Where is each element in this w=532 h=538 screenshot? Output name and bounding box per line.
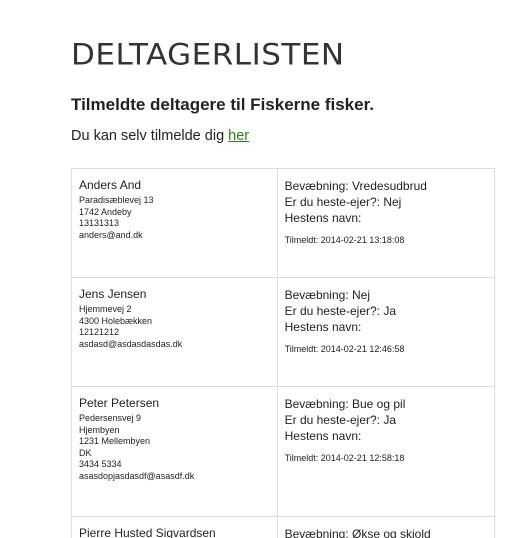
phone-line: 3434 5334 (79, 459, 122, 469)
participants-table: Anders And Paradisæblevej 13 1742 Andeby… (71, 168, 496, 538)
page-subtitle: Tilmeldte deltagere til Fiskerne fisker. (71, 95, 374, 114)
signup-link[interactable]: her (228, 128, 249, 144)
participant-info-cell: Bevæbning: Bue og pil Er du heste-ejer?:… (276, 386, 496, 517)
phone-line: 13131313 (79, 218, 120, 228)
horse-owner-line: Er du heste-ejer?: Ja (284, 304, 397, 318)
table-row: Peter Petersen Pedersensvej 9 Hjembyen 1… (71, 386, 496, 517)
signup-line: Du kan selv tilmelde dig her (71, 128, 249, 144)
signup-prefix: Du kan selv tilmelde dig (71, 128, 229, 144)
weapon-line: Bevæbning: Vredesudbrud (284, 179, 427, 193)
horse-name-line: Hestens navn: (284, 320, 362, 334)
email-line: asdasd@asdasdasdas.dk (79, 338, 183, 349)
participant-contact-cell: Pierre Husted Sigvardsen (71, 516, 278, 538)
address-line: Pedersensvej 9 (79, 413, 142, 423)
registered-timestamp: Tilmeldt: 2014-02-21 13:18:08 (284, 235, 405, 245)
horse-owner-line: Er du heste-ejer?: Ja (284, 413, 397, 427)
email-line: anders@and.dk (79, 229, 143, 240)
participant-name: Anders And (79, 178, 142, 192)
participant-contact-cell: Peter Petersen Pedersensvej 9 Hjembyen 1… (71, 386, 278, 517)
weapon-line: Bevæbning: Bue og pil (284, 397, 406, 411)
address-line: 4300 Holebækken (79, 315, 153, 326)
country-line: DK (79, 447, 92, 458)
page-title: DELTAGERLISTEN (71, 38, 345, 73)
horse-name-line: Hestens navn: (284, 211, 362, 225)
table-row: Pierre Husted Sigvardsen Bevæbning: Økse… (71, 516, 496, 538)
horse-name-line: Hestens navn: (284, 429, 362, 443)
table-row: Jens Jensen Hjemmevej 2 4300 Holebækken … (71, 277, 496, 387)
address-line: 1231 Mellembyen (79, 436, 151, 446)
participant-info-cell: Bevæbning: Nej Er du heste-ejer?: Ja Hes… (276, 277, 496, 387)
table-row: Anders And Paradisæblevej 13 1742 Andeby… (71, 168, 496, 278)
participant-info-cell: Bevæbning: Økse og skjold (276, 516, 496, 538)
weapon-line: Bevæbning: Økse og skjold (284, 527, 431, 538)
participant-contact-cell: Jens Jensen Hjemmevej 2 4300 Holebækken … (71, 277, 278, 387)
registered-timestamp: Tilmeldt: 2014-02-21 12:58:18 (284, 453, 405, 463)
participant-info-cell: Bevæbning: Vredesudbrud Er du heste-ejer… (276, 168, 496, 278)
participant-name: Jens Jensen (79, 287, 147, 301)
email-line: asasdopjasdasdf@asasdf.dk (79, 470, 195, 481)
registered-timestamp: Tilmeldt: 2014-02-21 12:46:58 (284, 344, 405, 354)
address-line: Hjembyen (79, 424, 120, 435)
participant-name: Peter Petersen (79, 396, 160, 410)
phone-line: 12121212 (79, 327, 120, 337)
address-line: 1742 Andeby (79, 206, 132, 217)
weapon-line: Bevæbning: Nej (284, 288, 370, 302)
horse-owner-line: Er du heste-ejer?: Nej (284, 195, 402, 209)
participant-contact-cell: Anders And Paradisæblevej 13 1742 Andeby… (71, 168, 278, 278)
address-line: Hjemmevej 2 (79, 304, 132, 314)
participant-name: Pierre Husted Sigvardsen (79, 526, 216, 538)
address-line: Paradisæblevej 13 (79, 195, 154, 205)
